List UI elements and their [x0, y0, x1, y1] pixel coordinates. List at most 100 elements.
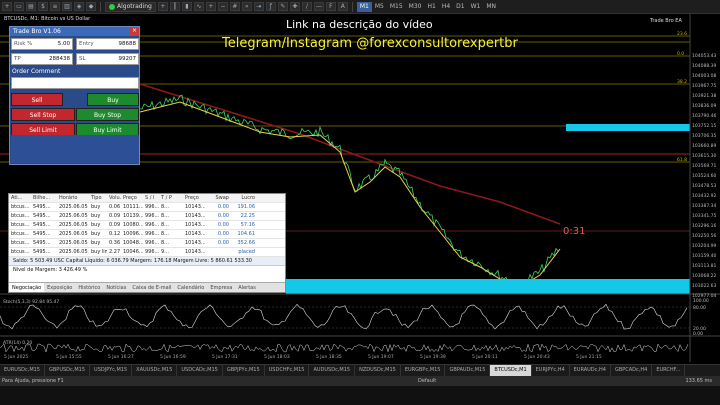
column-header[interactable]: Preço — [183, 194, 205, 202]
objects-icon[interactable]: ✎ — [277, 2, 288, 11]
table-cell: 5495... — [33, 231, 51, 237]
time-label: 5 Jun 20:11 — [472, 355, 498, 360]
table-row[interactable]: btcus...5495... 2025.06.05 ...buy 0.361004… — [9, 239, 285, 248]
symbol-tab[interactable]: GBPCADc,H4 — [611, 365, 653, 376]
table-cell: 10143... — [185, 240, 205, 246]
price-label: 103250.56 — [692, 234, 717, 239]
time-label: 5 Jun 16:59 — [160, 355, 186, 360]
table-row[interactable]: btcus...5495... 2025.06.05 ...buy 0.061011… — [9, 203, 285, 212]
column-header[interactable]: Tipo — [89, 194, 107, 202]
tab-5[interactable]: Calendário — [174, 283, 207, 292]
column-header[interactable]: Preço — [121, 194, 143, 202]
timeframe-d1[interactable]: D1 — [453, 2, 467, 12]
column-header[interactable]: Swap — [205, 194, 231, 202]
timeframe-w1[interactable]: W1 — [468, 2, 484, 12]
table-row[interactable]: btcus...5495... 2025.06.05 ...buy 0.091013… — [9, 212, 285, 221]
timeframe-m5[interactable]: M5 — [372, 2, 387, 12]
symbol-tab[interactable]: EURCHF... — [652, 365, 686, 376]
column-header[interactable]: Horário — [57, 194, 89, 202]
chart-bars-icon[interactable]: ┃ — [169, 2, 180, 11]
timeframe-h1[interactable]: H1 — [424, 2, 438, 12]
ide-icon[interactable]: ◆ — [86, 2, 96, 11]
table-row[interactable]: btcus...5495... 2025.06.05 ...buy limit2.… — [9, 248, 285, 257]
terminal-icon[interactable]: ▥ — [62, 2, 72, 11]
hline-icon[interactable]: — — [313, 2, 324, 11]
risk-value: 5.00 — [57, 41, 70, 47]
tab-1[interactable]: Exposição — [44, 283, 75, 292]
timeframe-h4[interactable]: H4 — [439, 2, 453, 12]
symbol-tab[interactable]: BTCUSDc,M1 — [490, 365, 532, 376]
grid-icon[interactable]: # — [229, 2, 240, 11]
symbol-tab[interactable]: AUDUSDc,M15 — [309, 365, 356, 376]
new-chart-icon[interactable]: + — [2, 2, 12, 11]
table-cell: 10143... — [185, 204, 205, 210]
symbol-tab[interactable]: USDJPYc,M15 — [90, 365, 133, 376]
entry-field[interactable]: Entry 98688 — [76, 38, 139, 50]
open-icon[interactable]: ▭ — [14, 2, 24, 11]
zoom-out-icon[interactable]: − — [217, 2, 228, 11]
panel-header[interactable]: Trade Bro V1.06 × — [10, 27, 139, 36]
symbol-tab[interactable]: EURGBPc,M15 — [401, 365, 446, 376]
table-cell: 352.66 — [237, 240, 256, 246]
table-row[interactable]: btcus...5495... 2025.06.05 ...buy 0.121009… — [9, 230, 285, 239]
timeframe-m1[interactable]: M1 — [356, 1, 372, 12]
symbol-tab[interactable]: GBPUSDc,M15 — [45, 365, 91, 376]
tab-2[interactable]: Histórico — [75, 283, 103, 292]
symbol-tab[interactable]: USDCADc,M15 — [177, 365, 223, 376]
sl-field[interactable]: SL 99207 — [76, 53, 139, 65]
timeframe-m15[interactable]: M15 — [387, 2, 406, 12]
sell-button[interactable]: Sell — [11, 93, 63, 106]
column-header[interactable]: Bilhe... — [31, 194, 57, 202]
navigator-icon[interactable]: ≡ — [50, 2, 60, 11]
tp-field[interactable]: TP 288438 — [11, 53, 73, 65]
table-cell: 5495... — [33, 222, 51, 228]
chart-candles-icon[interactable]: ▮ — [181, 2, 192, 11]
profile-icon[interactable]: ▤ — [26, 2, 36, 11]
column-header[interactable]: Lucro — [231, 194, 257, 202]
symbol-tab[interactable]: GBPAUDc,M15 — [445, 365, 491, 376]
price-label: 103967.75 — [692, 84, 717, 89]
symbol-tab[interactable]: USDCHFc,M15 — [265, 365, 310, 376]
table-row[interactable]: btcus...5495... 2025.06.05 ...buy 0.091008… — [9, 221, 285, 230]
algotrading-button[interactable]: Algotrading — [105, 1, 156, 12]
symbol-tab[interactable]: GBPJPYc,M15 — [223, 365, 265, 376]
table-cell: 10143... — [185, 249, 205, 255]
buy-stop-button[interactable]: Buy Stop — [76, 108, 139, 121]
chart-shift-icon[interactable]: ⇥ — [253, 2, 264, 11]
text-icon[interactable]: A — [337, 2, 348, 11]
tab-0[interactable]: Negociação — [9, 283, 45, 292]
tab-4[interactable]: Caixa de E-mail — [129, 283, 174, 292]
crosshair-icon[interactable]: ✚ — [289, 2, 300, 11]
tab-7[interactable]: Alertas — [235, 283, 259, 292]
market-watch-icon[interactable]: $ — [38, 2, 48, 11]
chart-line-icon[interactable]: ∿ — [193, 2, 204, 11]
column-header[interactable]: T / P — [159, 194, 183, 202]
tester-icon[interactable]: ◈ — [74, 2, 84, 11]
tab-6[interactable]: Empresa — [207, 283, 235, 292]
timeframe-m30[interactable]: M30 — [406, 2, 425, 12]
sell-stop-button[interactable]: Sell Stop — [11, 108, 75, 121]
new-order-icon[interactable]: + — [157, 2, 168, 11]
table-cell: 10143... — [185, 222, 205, 228]
candle-countdown: 0:31 — [563, 226, 586, 237]
column-header[interactable]: Ati... — [9, 194, 31, 202]
symbol-tab[interactable]: XAUUSDc,M15 — [132, 365, 178, 376]
symbol-tab[interactable]: EURAUDc,H4 — [570, 365, 611, 376]
timeframe-mn[interactable]: MN — [483, 2, 499, 12]
symbol-tab[interactable]: NZDUSDc,M15 — [355, 365, 401, 376]
column-header[interactable]: S / l — [143, 194, 159, 202]
trendline-icon[interactable]: / — [301, 2, 312, 11]
symbol-tab[interactable]: EURJPYc,H4 — [532, 365, 570, 376]
column-header[interactable]: Volu... — [107, 194, 121, 202]
indicators-icon[interactable]: ƒ — [265, 2, 276, 11]
tab-3[interactable]: Notícias — [103, 283, 129, 292]
buy-button[interactable]: Buy — [87, 93, 139, 106]
order-comment-input[interactable] — [11, 77, 139, 89]
symbol-tab[interactable]: EURUSDc,M15 — [0, 365, 45, 376]
close-icon[interactable]: × — [130, 27, 139, 35]
fibo-icon[interactable]: F — [325, 2, 336, 11]
risk-field[interactable]: Risk % 5.00 — [11, 38, 73, 50]
autoscroll-icon[interactable]: » — [241, 2, 252, 11]
zoom-in-icon[interactable]: + — [205, 2, 216, 11]
entry-label: Entry — [79, 41, 94, 47]
